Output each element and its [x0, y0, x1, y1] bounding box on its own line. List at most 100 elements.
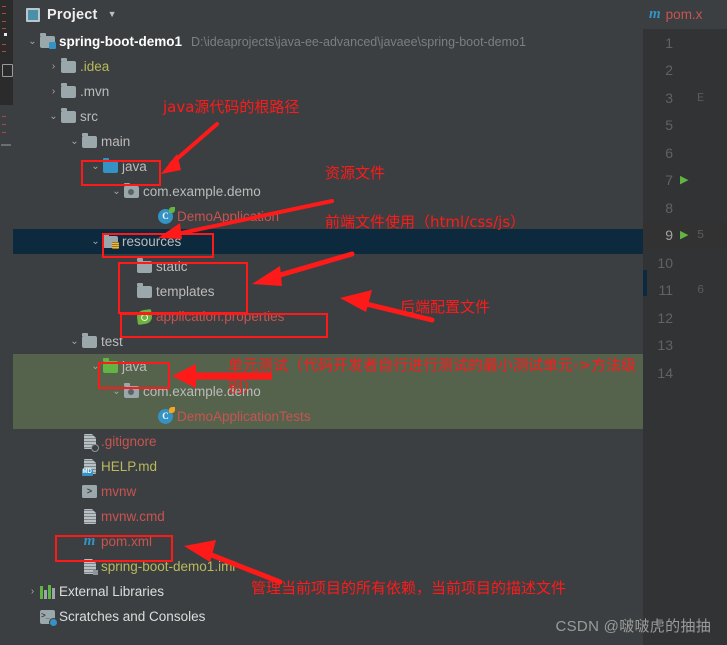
editor-line-row[interactable]: 3 E [643, 84, 727, 112]
tree-row-pom-xml[interactable]: › m pom.xml [13, 529, 643, 554]
strip-tick [2, 13, 6, 14]
collapse-arrow-icon[interactable]: ⌄ [89, 236, 102, 247]
line-number-current: 9 [665, 227, 673, 244]
no-arrow-spacer: › [68, 512, 81, 522]
editor-tab-pom-xml[interactable]: m pom.x [643, 0, 727, 29]
tree-row-help-md[interactable]: › MD HELP.md [13, 454, 643, 479]
test-class-icon: C [157, 407, 175, 424]
run-configuration-icon[interactable]: ▶ [680, 229, 694, 241]
tree-row-gitignore[interactable]: › .gitignore [13, 429, 643, 454]
annotation-frontend: 前端文件使用（html/css/js） [325, 213, 526, 231]
expand-arrow-icon[interactable]: › [26, 586, 39, 597]
tree-label-idea: .idea [80, 59, 110, 74]
strip-tick [2, 6, 6, 7]
folder-icon [81, 332, 98, 348]
expand-arrow-icon[interactable]: › [47, 86, 60, 97]
line-number: 6 [665, 144, 673, 161]
module-folder-icon [39, 32, 56, 49]
gitignore-file-icon [81, 434, 99, 452]
source-folder-icon [102, 157, 119, 173]
tree-label-main: main [101, 134, 131, 149]
panel-title: Project [47, 6, 98, 23]
editor-line-row[interactable]: 14 [643, 359, 727, 387]
tree-row-src[interactable]: ⌄ src [13, 104, 643, 129]
watermark: CSDN @啵啵虎的抽抽 [555, 618, 711, 635]
collapse-arrow-icon[interactable]: ⌄ [89, 361, 102, 372]
tree-label-scratches: Scratches and Consoles [59, 609, 206, 624]
tree-row-demo-application-tests[interactable]: › C DemoApplicationTests [13, 404, 643, 429]
line-number: 2 [665, 62, 673, 79]
line-number: 14 [657, 364, 673, 381]
project-panel-header[interactable]: Project ▼ [13, 0, 643, 29]
editor-line-row[interactable]: 8 [643, 194, 727, 222]
editor-line-row[interactable]: 13 [643, 332, 727, 360]
run-configuration-icon[interactable]: ▶ [680, 174, 694, 186]
tree-label-root: spring-boot-demo1 [59, 34, 182, 49]
tree-row-mvn[interactable]: › .mvn [13, 79, 643, 104]
tree-row-root[interactable]: ⌄ spring-boot-demo1 D:\ideaprojects\java… [13, 29, 643, 54]
editor-line-row[interactable]: 12 [643, 304, 727, 332]
tree-row-mvnw[interactable]: › > mvnw [13, 479, 643, 504]
code-fragment: 6 [697, 283, 705, 298]
line-number: 3 [665, 89, 673, 106]
tree-row-mvnw-cmd[interactable]: › mvnw.cmd [13, 504, 643, 529]
tree-row-idea[interactable]: › .idea [13, 54, 643, 79]
chevron-down-icon[interactable]: ▼ [108, 10, 117, 19]
editor-line-row[interactable]: 1 [643, 29, 727, 57]
expand-arrow-icon[interactable]: ⌄ [26, 36, 39, 47]
resource-folder-icon [102, 232, 119, 249]
editor-line-row[interactable]: 10 [643, 249, 727, 277]
tree-row-test-package[interactable]: ⌄ com.example.demo [13, 379, 643, 404]
no-arrow-spacer: › [68, 537, 81, 547]
tree-row-main[interactable]: ⌄ main [13, 129, 643, 154]
editor-line-row-current[interactable]: 9 ▶ 5 [643, 221, 727, 249]
line-number: 10 [657, 254, 673, 271]
tree-label-external-libraries: External Libraries [59, 584, 165, 599]
tree-label-src: src [80, 109, 98, 124]
tree-row-iml[interactable]: › spring-boot-demo1.iml [13, 554, 643, 579]
tree-row-test[interactable]: ⌄ test [13, 329, 643, 354]
strip-window-icon[interactable] [2, 64, 13, 77]
iml-file-icon [81, 559, 98, 575]
no-arrow-spacer: › [68, 462, 81, 472]
package-icon [123, 182, 140, 198]
collapse-arrow-icon[interactable]: ⌄ [110, 386, 123, 397]
collapse-arrow-icon[interactable]: ⌄ [89, 161, 102, 172]
tree-label-mvnw: mvnw [101, 484, 137, 499]
strip-tick [2, 44, 6, 45]
arrow-resources-note [240, 248, 360, 293]
maven-file-icon: m [83, 533, 96, 549]
no-arrow-spacer: › [68, 562, 81, 572]
expand-arrow-icon[interactable]: › [47, 61, 60, 72]
strip-tick [2, 21, 6, 22]
collapse-arrow-icon[interactable]: ⌄ [110, 186, 123, 197]
tree-label-mvn: .mvn [80, 84, 110, 99]
editor-line-row[interactable]: 2 [643, 57, 727, 85]
tool-window-strip[interactable] [0, 0, 14, 645]
tree-label-static: static [156, 259, 188, 274]
collapse-arrow-icon[interactable]: ⌄ [68, 336, 81, 347]
collapse-arrow-icon[interactable]: ⌄ [68, 136, 81, 147]
annotation-pom: 管理当前项目的所有依赖，当前项目的描述文件 [251, 579, 567, 597]
editor-line-row[interactable]: 5 [643, 112, 727, 140]
annotation-unit-test-line1: 单元测试（代码开发者自行进行测试的最小测试单元->方法级 [228, 356, 636, 374]
strip-caret-dot [4, 33, 7, 36]
folder-icon [60, 82, 77, 98]
editor-line-row[interactable]: 11 6 [643, 277, 727, 305]
tree-row-scratches[interactable]: › >_ Scratches and Consoles [13, 604, 643, 629]
text-file-icon [81, 509, 98, 524]
editor-line-row[interactable]: 6 [643, 139, 727, 167]
annotation-backend-config: 后端配置文件 [400, 298, 491, 316]
no-arrow-spacer: › [123, 287, 136, 297]
line-number: 11 [658, 282, 673, 299]
tree-row-application-properties[interactable]: › application.properties [13, 304, 643, 329]
maven-icon: m [649, 6, 661, 22]
collapse-arrow-icon[interactable]: ⌄ [47, 111, 60, 122]
editor-gutter[interactable]: 1 2 3 E 5 6 7 ▶ 8 9 ▶ 5 10 11 6 12 13 14 [643, 29, 727, 645]
line-number: 8 [665, 199, 673, 216]
annotation-java-src-root: java源代码的根路径 [163, 98, 300, 116]
strip-tick [2, 28, 6, 29]
project-tree[interactable]: ⌄ spring-boot-demo1 D:\ideaprojects\java… [13, 29, 643, 629]
editor-line-row[interactable]: 7 ▶ [643, 167, 727, 195]
code-fragment: E [697, 90, 705, 105]
